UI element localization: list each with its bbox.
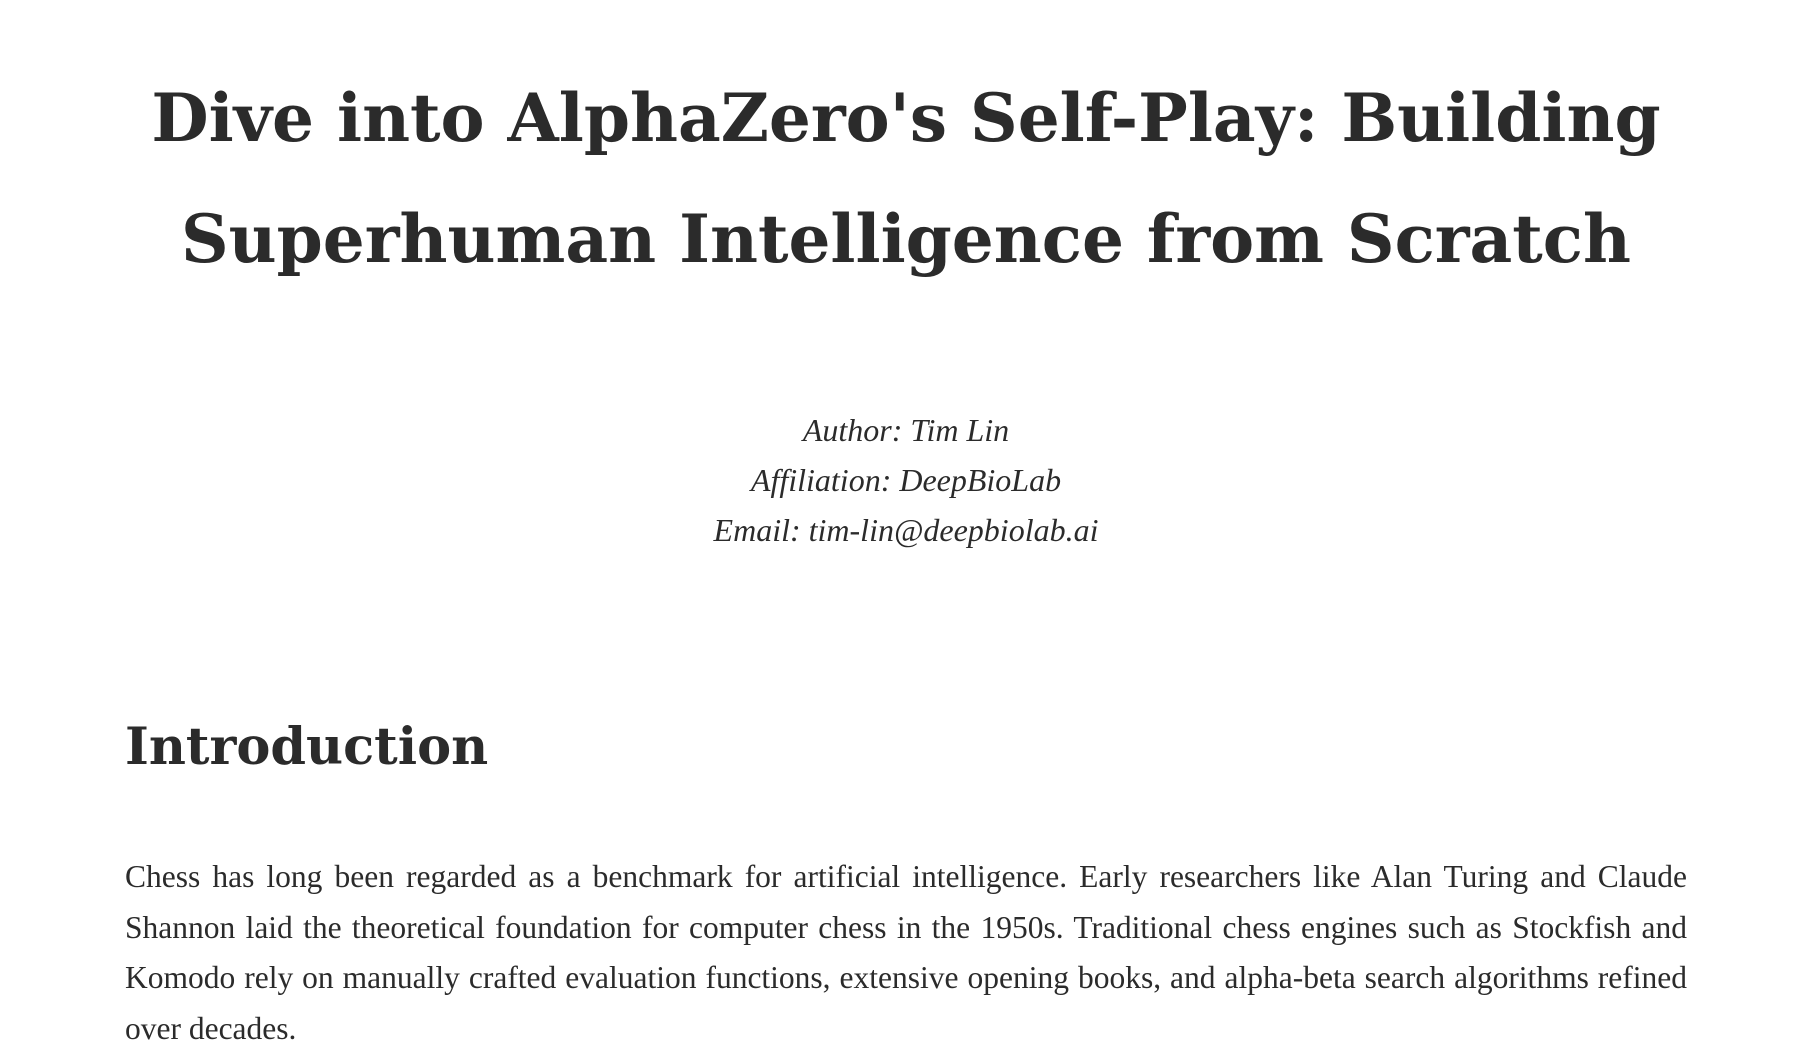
document-title: Dive into AlphaZero's Self-Play: Buildin…	[151, 79, 1661, 278]
author-block: Author: Tim Lin Affiliation: DeepBioLab …	[125, 405, 1687, 555]
author-affiliation: Affiliation: DeepBioLab	[750, 462, 1062, 498]
author-name: Author: Tim Lin	[802, 412, 1010, 448]
document-page: Dive into AlphaZero's Self-Play: Buildin…	[125, 0, 1687, 1054]
author-email: Email: tim-lin@deepbiolab.ai	[713, 512, 1099, 548]
section-heading-introduction: Introduction	[125, 717, 489, 777]
introduction-paragraph: Chess has long been regarded as a benchm…	[125, 859, 1687, 1046]
